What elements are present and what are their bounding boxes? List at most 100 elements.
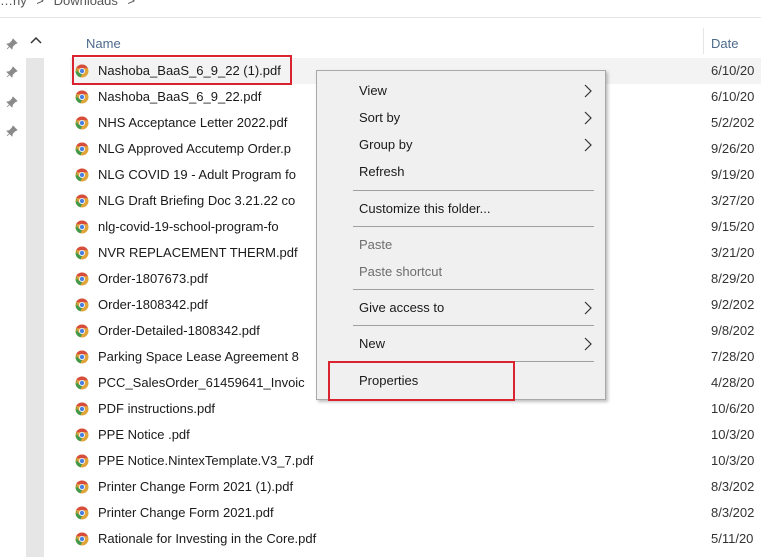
breadcrumb-trailing-chevron[interactable]: > [128, 0, 136, 8]
file-date: 10/3/20 [711, 453, 755, 468]
menu-item-label: View [359, 83, 387, 98]
file-name: NLG Draft Briefing Doc 3.21.22 co [98, 193, 296, 208]
file-row[interactable]: PPE Notice.NintexTemplate.V3_7.pdf 10/3/2… [70, 448, 761, 474]
file-date: 9/15/20 [711, 219, 755, 234]
chrome-pdf-icon [75, 272, 89, 286]
chrome-pdf-icon [75, 428, 89, 442]
menu-item-label: Customize this folder... [359, 201, 491, 216]
pin-icon[interactable] [6, 125, 18, 137]
annotation-highlight-selected-file [72, 55, 292, 85]
chrome-pdf-icon [75, 116, 89, 130]
file-date: 9/8/202 [711, 323, 755, 338]
chevron-right-icon [584, 301, 592, 315]
chrome-pdf-icon [75, 350, 89, 364]
chevron-right-icon [584, 138, 592, 152]
chrome-pdf-icon [75, 142, 89, 156]
chrome-pdf-icon [75, 90, 89, 104]
chrome-pdf-icon [75, 506, 89, 520]
chrome-pdf-icon [75, 376, 89, 390]
chrome-pdf-icon [75, 324, 89, 338]
column-header-name[interactable]: Name [86, 36, 121, 51]
menu-item-refresh[interactable]: Refresh [317, 159, 605, 185]
chrome-pdf-icon [75, 220, 89, 234]
file-name: Rationale for Investing in the Core.pdf [98, 531, 317, 546]
menu-item-view[interactable]: View [317, 78, 605, 104]
file-name: Order-1807673.pdf [98, 271, 208, 286]
file-date: 5/11/20 [711, 531, 754, 546]
column-header-date[interactable]: Date [711, 36, 738, 51]
file-date: 9/2/202 [711, 297, 755, 312]
chrome-pdf-icon [75, 480, 89, 494]
file-date: 8/3/202 [711, 505, 755, 520]
menu-item-label: Give access to [359, 300, 445, 315]
menu-item-label: Refresh [359, 164, 405, 179]
menu-item-paste-shortcut[interactable]: Paste shortcut [317, 259, 605, 285]
menu-separator [353, 325, 594, 326]
file-name: PPE Notice.NintexTemplate.V3_7.pdf [98, 453, 314, 468]
file-date: 3/21/20 [711, 245, 755, 260]
chevron-right-icon [584, 84, 592, 98]
menu-separator [353, 289, 594, 290]
chevron-up-icon[interactable] [30, 35, 42, 45]
chrome-pdf-icon [75, 532, 89, 546]
file-date: 10/3/20 [711, 427, 755, 442]
file-date: 3/27/20 [711, 193, 755, 208]
breadcrumb-separator: > [36, 0, 44, 8]
menu-item-label: New [359, 336, 386, 351]
menu-item-label: Group by [359, 137, 413, 152]
file-date: 6/10/20 [711, 89, 755, 104]
chrome-pdf-icon [75, 402, 89, 416]
pin-icon[interactable] [6, 38, 18, 50]
file-row[interactable]: Printer Change Form 2021.pdf 8/3/202 [70, 500, 761, 526]
breadcrumb[interactable]: …ny > Downloads > [0, 0, 761, 8]
chrome-pdf-icon [75, 246, 89, 260]
file-name: nlg-covid-19-school-program-fo [98, 219, 279, 234]
file-date: 9/26/20 [711, 141, 755, 156]
file-name: PCC_SalesOrder_61459641_Invoic [98, 375, 305, 390]
chrome-pdf-icon [75, 194, 89, 208]
menu-item-paste[interactable]: Paste [317, 232, 605, 258]
file-date: 6/10/20 [711, 63, 755, 78]
file-row[interactable]: Printer Change Form 2021 (1).pdf 8/3/202 [70, 474, 761, 500]
menu-item-customize-folder[interactable]: Customize this folder... [317, 196, 605, 222]
menu-item-label: Sort by [359, 110, 401, 125]
column-divider[interactable] [703, 28, 704, 54]
file-name: Order-1808342.pdf [98, 297, 208, 312]
menu-item-label: Paste shortcut [359, 264, 443, 279]
pin-icon[interactable] [6, 66, 18, 78]
breadcrumb-current[interactable]: Downloads [54, 0, 118, 8]
file-name: Parking Space Lease Agreement 8 [98, 349, 299, 364]
menu-item-new[interactable]: New [317, 331, 605, 357]
file-name: NHS Acceptance Letter 2022.pdf [98, 115, 288, 130]
chevron-right-icon [584, 337, 592, 351]
file-name: NLG COVID 19 - Adult Program fo [98, 167, 296, 182]
file-name: Printer Change Form 2021 (1).pdf [98, 479, 294, 494]
chrome-pdf-icon [75, 168, 89, 182]
file-date: 7/28/20 [711, 349, 755, 364]
menu-separator [353, 190, 594, 191]
menu-item-sort-by[interactable]: Sort by [317, 105, 605, 131]
menu-separator [353, 226, 594, 227]
navigation-scrollbar[interactable] [26, 58, 44, 557]
chrome-pdf-icon [75, 298, 89, 312]
file-name: Printer Change Form 2021.pdf [98, 505, 274, 520]
menu-item-label: Paste [359, 237, 393, 252]
file-name: Nashoba_BaaS_6_9_22.pdf [98, 89, 262, 104]
file-date: 9/19/20 [711, 167, 755, 182]
file-name: NLG Approved Accutemp Order.p [98, 141, 291, 156]
menu-item-give-access[interactable]: Give access to [317, 295, 605, 321]
file-row[interactable]: Rationale for Investing in the Core.pdf 5… [70, 526, 761, 552]
chrome-pdf-icon [75, 454, 89, 468]
file-row[interactable]: PPE Notice .pdf 10/3/20 [70, 422, 761, 448]
file-date: 8/3/202 [711, 479, 755, 494]
toolbar-divider [0, 17, 761, 18]
file-date: 8/29/20 [711, 271, 755, 286]
breadcrumb-parent[interactable]: …ny [0, 0, 27, 8]
menu-item-group-by[interactable]: Group by [317, 132, 605, 158]
file-date: 4/28/20 [711, 375, 755, 390]
context-menu: View Sort by Group by Refresh Customize … [316, 70, 606, 400]
file-name: NVR REPLACEMENT THERM.pdf [98, 245, 298, 260]
pin-icon[interactable] [6, 96, 18, 108]
chevron-right-icon [584, 111, 592, 125]
file-name: PDF instructions.pdf [98, 401, 216, 416]
